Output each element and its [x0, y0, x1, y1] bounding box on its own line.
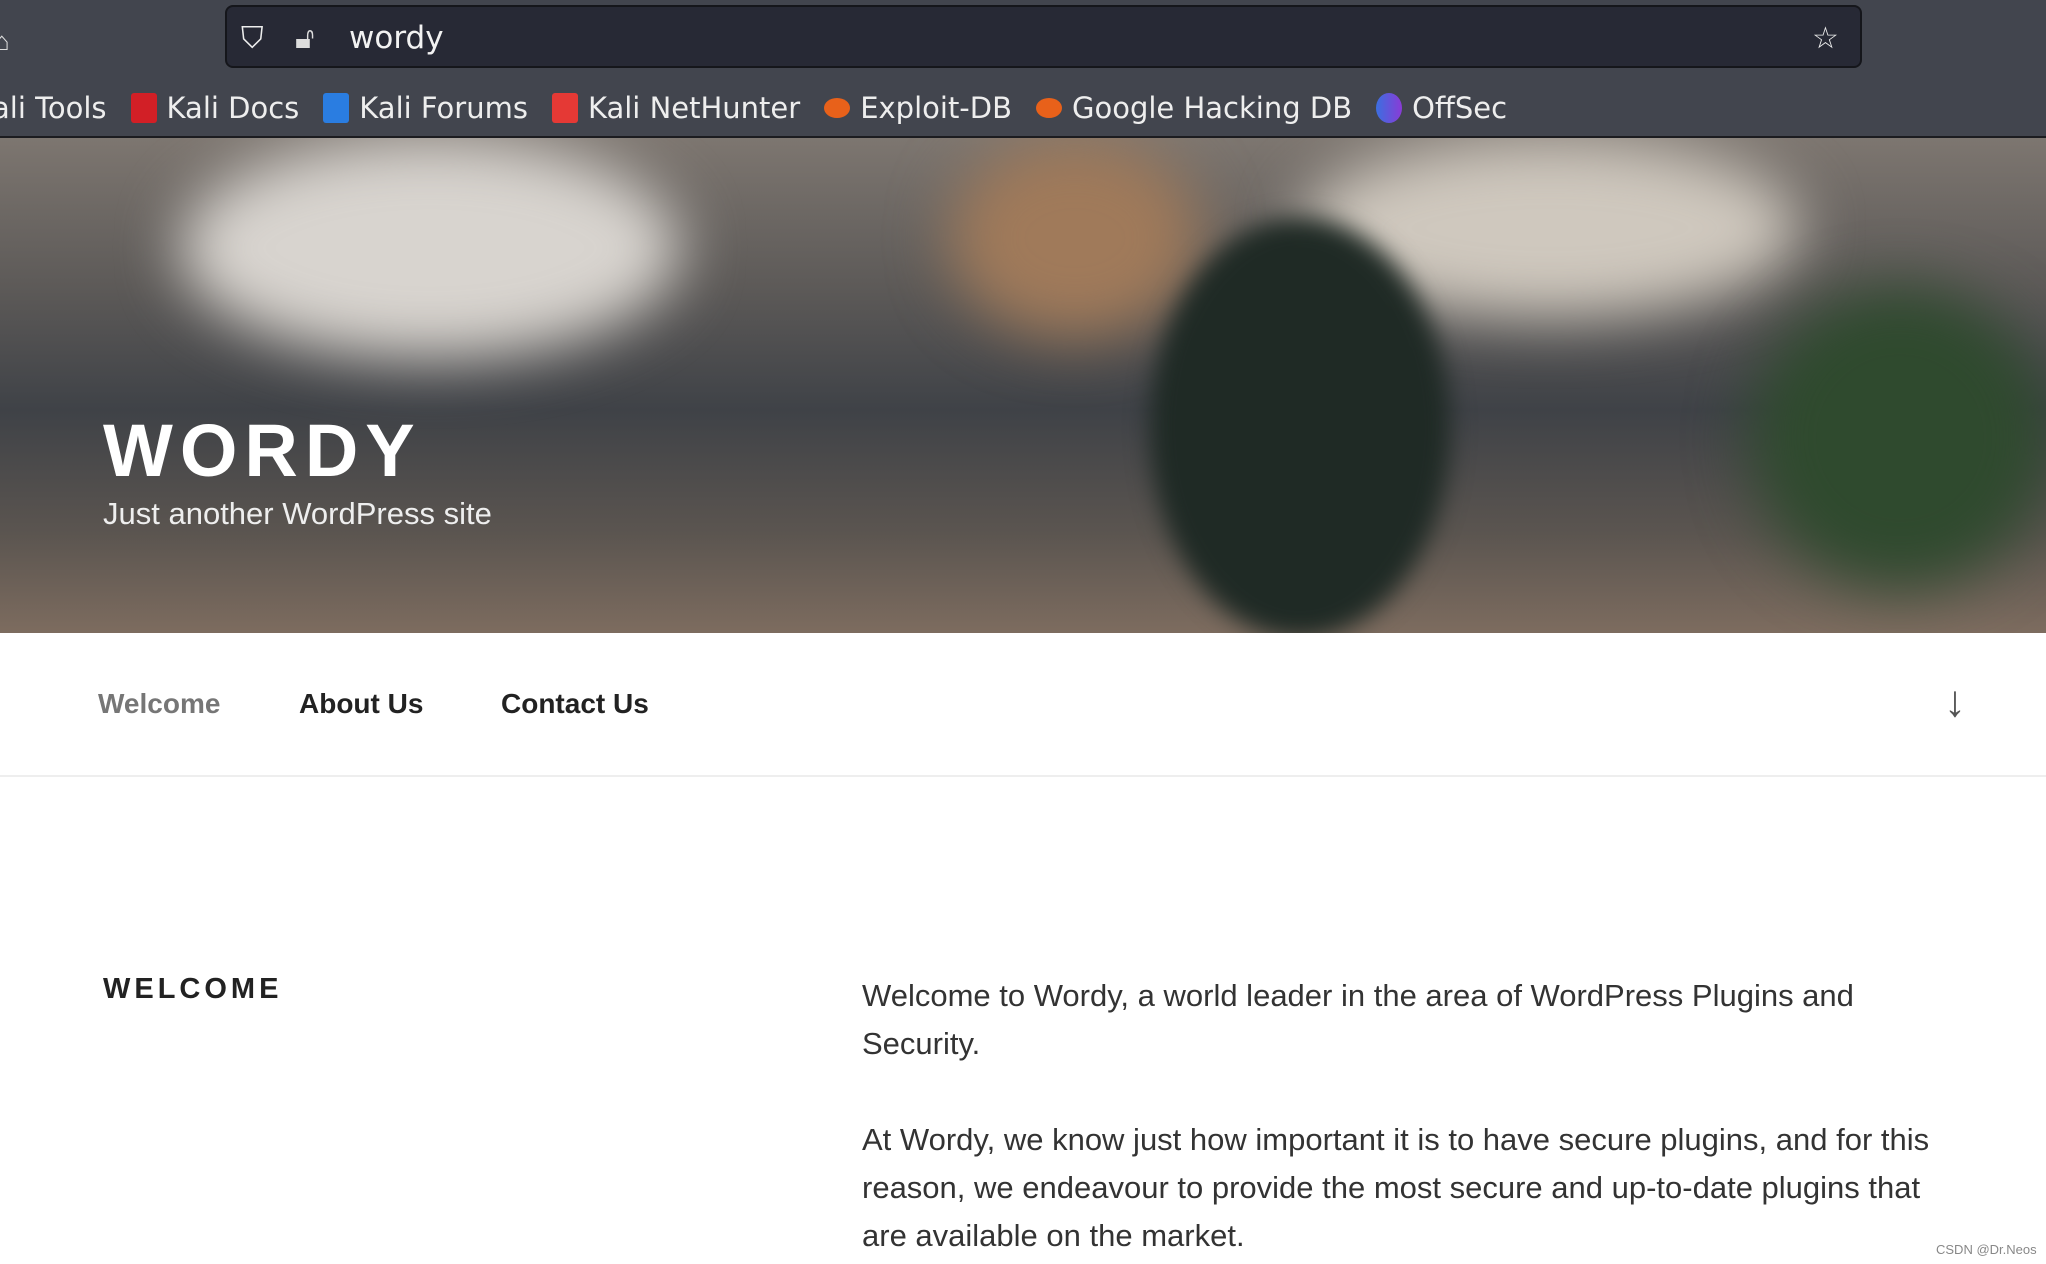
paragraph: At Wordy, we know just how important it …	[862, 1122, 1930, 1253]
browser-toolbar: ⌂ ⛉ 🔓︎ wordy ☆ ali Tools Kali Docs Kali …	[0, 0, 2046, 138]
bookmark-kali-tools[interactable]: ali Tools	[0, 91, 107, 125]
kali-nethunter-icon	[551, 93, 578, 123]
bookmark-label: Kali Docs	[166, 91, 300, 125]
nav-welcome[interactable]: Welcome	[98, 688, 220, 720]
kali-forums-icon	[323, 93, 350, 123]
plant-blur	[1750, 288, 2046, 588]
paragraph: Welcome to Wordy, a world leader in the …	[862, 978, 1854, 1061]
nav-contact-us[interactable]: Contact Us	[501, 688, 649, 720]
bookmark-label: Google Hacking DB	[1072, 91, 1353, 125]
home-icon[interactable]: ⌂	[0, 26, 10, 57]
bookmark-exploit-db[interactable]: Exploit-DB	[824, 91, 1012, 125]
address-bar[interactable]: ⛉ 🔓︎ wordy ☆	[225, 5, 1862, 68]
nav-about-us[interactable]: About Us	[299, 688, 423, 720]
offsec-icon	[1376, 93, 1403, 123]
window-blur	[180, 138, 680, 358]
bookmark-kali-forums[interactable]: Kali Forums	[323, 91, 528, 125]
bookmark-label: Kali Forums	[359, 91, 528, 125]
insecure-lock-icon[interactable]: 🔓︎	[295, 21, 314, 56]
bookmark-label: Kali NetHunter	[587, 91, 801, 125]
bookmark-kali-nethunter[interactable]: Kali NetHunter	[551, 91, 801, 125]
site-tagline: Just another WordPress site	[103, 496, 492, 531]
site-title[interactable]: WORDY	[103, 408, 422, 493]
bookmark-star-icon[interactable]: ☆	[1812, 21, 1839, 56]
watermark: CSDN @Dr.Neos	[1936, 1242, 2037, 1257]
header-image: WORDY Just another WordPress site	[0, 138, 2046, 633]
exploit-db-icon	[824, 98, 851, 118]
bookmark-kali-docs[interactable]: Kali Docs	[130, 91, 300, 125]
bookmark-label: Exploit-DB	[860, 91, 1012, 125]
bookmark-label: ali Tools	[0, 91, 107, 125]
ghdb-icon	[1036, 98, 1062, 118]
wood-blur	[950, 138, 1200, 338]
page-heading: WELCOME	[103, 973, 283, 1005]
url-text[interactable]: wordy	[349, 20, 444, 56]
bookmark-label: OffSec	[1412, 91, 1508, 125]
bookmark-offsec[interactable]: OffSec	[1376, 91, 1507, 125]
kali-docs-icon	[130, 93, 157, 123]
shield-icon[interactable]: ⛉	[241, 21, 264, 56]
bookmarks-bar: ali Tools Kali Docs Kali Forums Kali Net…	[0, 88, 1531, 128]
main-navigation: Welcome About Us Contact Us ↓	[0, 633, 2046, 777]
plant-image	[1150, 218, 1450, 633]
arrow-down-icon[interactable]: ↓	[1944, 677, 1966, 727]
bookmark-google-hacking-db[interactable]: Google Hacking DB	[1036, 91, 1352, 125]
